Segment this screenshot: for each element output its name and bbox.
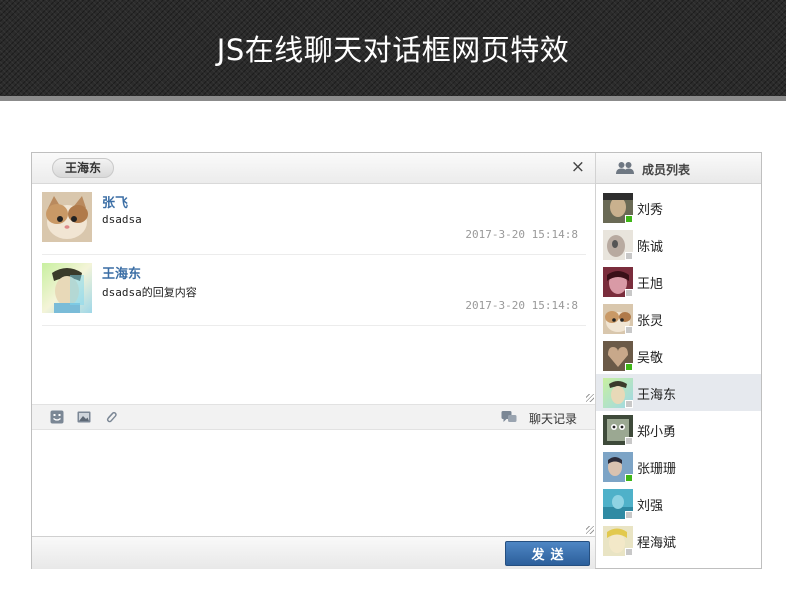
member-name: 王旭 — [637, 277, 664, 292]
chat-panel: 王海东 × 张飞 dsadsa 2017-3-20 15:14:8 王海东 ds… — [32, 153, 596, 569]
header-banner: JS在线聊天对话框网页特效 — [0, 0, 786, 101]
member-name: 吴敬 — [637, 351, 664, 366]
message-text: dsadsa — [102, 213, 142, 226]
offline-status-dot — [625, 548, 633, 556]
message-list[interactable]: 张飞 dsadsa 2017-3-20 15:14:8 王海东 dsadsa的回… — [32, 184, 595, 403]
member-name: 刘强 — [637, 499, 664, 514]
member-item[interactable]: 吴敬 — [596, 337, 761, 374]
member-list-header: 成员列表 — [596, 153, 761, 184]
message-time: 2017-3-20 15:14:8 — [465, 228, 578, 241]
online-status-dot — [625, 215, 633, 223]
member-item-selected[interactable]: 王海东 — [596, 374, 761, 411]
man-avatar — [42, 263, 92, 313]
chat-topbar: 王海东 × — [32, 153, 595, 184]
member-name: 陈诚 — [637, 240, 664, 255]
message-input[interactable] — [32, 430, 595, 535]
users-icon — [616, 162, 634, 174]
online-status-dot — [625, 363, 633, 371]
offline-status-dot — [625, 437, 633, 445]
current-contact-name: 王海东 — [52, 158, 115, 178]
member-name: 张灵 — [637, 314, 664, 329]
smiley-icon[interactable] — [50, 410, 64, 424]
image-icon[interactable] — [77, 410, 91, 424]
offline-status-dot — [625, 511, 633, 519]
offline-status-dot — [625, 289, 633, 297]
message-time: 2017-3-20 15:14:8 — [465, 299, 578, 312]
member-item[interactable]: 刘秀 — [596, 189, 761, 226]
member-name: 王海东 — [637, 388, 677, 403]
send-bar: 发送 — [32, 536, 595, 569]
message-item: 张飞 dsadsa 2017-3-20 15:14:8 — [42, 184, 586, 255]
member-list-title: 成员列表 — [642, 163, 691, 177]
page-title: JS在线聊天对话框网页特效 — [216, 33, 570, 67]
message-item: 王海东 dsadsa的回复内容 2017-3-20 15:14:8 — [42, 255, 586, 326]
member-name: 郑小勇 — [637, 425, 677, 440]
paperclip-icon[interactable] — [104, 410, 118, 424]
member-item[interactable]: 程海斌 — [596, 522, 761, 559]
member-item[interactable]: 郑小勇 — [596, 411, 761, 448]
message-sender: 王海东 — [102, 267, 142, 282]
close-icon[interactable]: × — [571, 157, 585, 177]
send-button[interactable]: 发送 — [505, 541, 590, 566]
message-text: dsadsa的回复内容 — [102, 286, 197, 299]
member-item[interactable]: 刘强 — [596, 485, 761, 522]
member-list: 刘秀 陈诚 王旭 张灵 吴敬 王海东 郑小勇 张珊珊 刘强 程海斌 — [596, 189, 761, 559]
chat-history-link[interactable]: 聊天记录 — [529, 410, 577, 427]
offline-status-dot — [625, 400, 633, 408]
online-status-dot — [625, 474, 633, 482]
resize-grip[interactable] — [586, 526, 594, 534]
resize-grip[interactable] — [586, 394, 594, 402]
member-name: 刘秀 — [637, 203, 664, 218]
offline-status-dot — [625, 326, 633, 334]
member-item[interactable]: 王旭 — [596, 263, 761, 300]
member-panel: 成员列表 刘秀 陈诚 王旭 张灵 吴敬 王海东 郑小勇 张珊珊 刘强 程海斌 — [596, 153, 761, 568]
input-toolbar: 聊天记录 — [32, 404, 595, 430]
member-item[interactable]: 陈诚 — [596, 226, 761, 263]
member-item[interactable]: 张珊珊 — [596, 448, 761, 485]
message-sender: 张飞 — [102, 196, 129, 211]
offline-status-dot — [625, 252, 633, 260]
chat-window: 王海东 × 张飞 dsadsa 2017-3-20 15:14:8 王海东 ds… — [31, 152, 762, 569]
chat-history-icon[interactable] — [501, 410, 517, 424]
cat-avatar — [42, 192, 92, 242]
member-name: 张珊珊 — [637, 462, 677, 477]
member-item[interactable]: 张灵 — [596, 300, 761, 337]
member-name: 程海斌 — [637, 536, 677, 551]
